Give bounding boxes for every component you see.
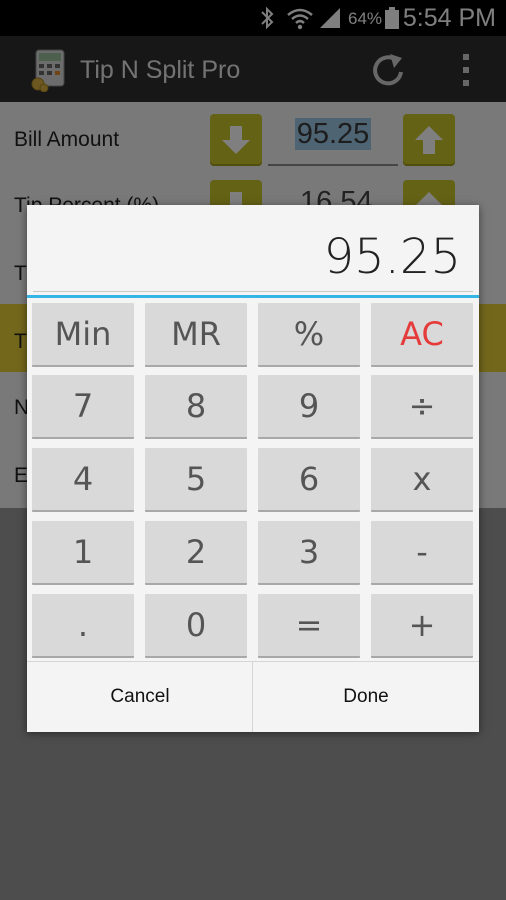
key-4[interactable]: 4 bbox=[32, 448, 134, 512]
calculator-display: 95.25 bbox=[33, 213, 473, 292]
cancel-button[interactable]: Cancel bbox=[27, 662, 253, 732]
key-3[interactable]: 3 bbox=[258, 521, 360, 585]
display-underline bbox=[27, 295, 479, 298]
key-subtract[interactable]: - bbox=[371, 521, 473, 585]
key-1[interactable]: 1 bbox=[32, 521, 134, 585]
key-all-clear[interactable]: AC bbox=[371, 303, 473, 367]
key-multiply[interactable]: x bbox=[371, 448, 473, 512]
key-2[interactable]: 2 bbox=[145, 521, 247, 585]
key-memory-in[interactable]: Min bbox=[32, 303, 134, 367]
key-8[interactable]: 8 bbox=[145, 375, 247, 439]
key-9[interactable]: 9 bbox=[258, 375, 360, 439]
calculator-dialog: 95.25 Min MR % AC 7 8 9 ÷ 4 5 6 x 1 2 3 … bbox=[27, 205, 479, 732]
key-7[interactable]: 7 bbox=[32, 375, 134, 439]
key-divide[interactable]: ÷ bbox=[371, 375, 473, 439]
key-percent[interactable]: % bbox=[258, 303, 360, 367]
done-button[interactable]: Done bbox=[253, 662, 479, 732]
key-add[interactable]: + bbox=[371, 594, 473, 658]
key-decimal[interactable]: . bbox=[32, 594, 134, 658]
key-0[interactable]: 0 bbox=[145, 594, 247, 658]
key-equals[interactable]: = bbox=[258, 594, 360, 658]
key-6[interactable]: 6 bbox=[258, 448, 360, 512]
display-value: 95.25 bbox=[323, 229, 461, 285]
key-memory-recall[interactable]: MR bbox=[145, 303, 247, 367]
key-5[interactable]: 5 bbox=[145, 448, 247, 512]
dialog-button-bar: Cancel Done bbox=[27, 661, 479, 732]
